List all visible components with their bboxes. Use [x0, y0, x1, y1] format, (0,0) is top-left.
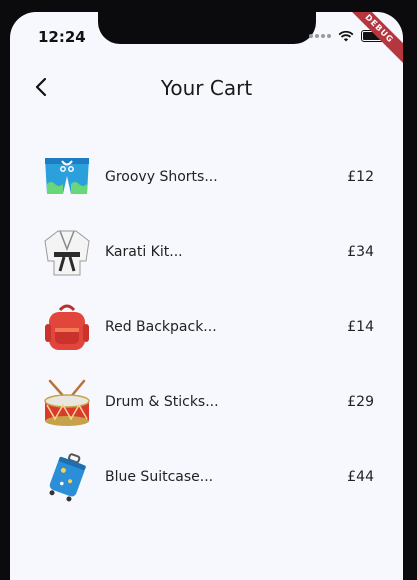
item-name: Red Backpack... [105, 319, 217, 335]
status-time: 12:24 [38, 28, 86, 46]
item-price: £29 [347, 394, 374, 410]
page-title: Your Cart [160, 76, 253, 100]
cart-item[interactable]: Blue Suitcase... £44 [10, 452, 403, 527]
item-price: £44 [347, 469, 374, 485]
backpack-icon [45, 304, 89, 350]
cart-item[interactable]: Red Backpack... £14 [10, 302, 403, 377]
cart-item[interactable]: Groovy Shorts... £12 [10, 152, 403, 227]
suitcase-icon [49, 453, 86, 502]
signal-icon [309, 34, 331, 38]
wifi-icon [338, 30, 354, 42]
app-bar: Your Cart [10, 70, 403, 104]
item-price: £34 [347, 244, 374, 260]
cart-item[interactable]: Drum & Sticks... £29 [10, 377, 403, 452]
device-notch [98, 12, 316, 44]
item-name: Groovy Shorts... [105, 169, 218, 185]
item-price: £14 [347, 319, 374, 335]
cart-item[interactable]: Karati Kit... £34 [10, 227, 403, 302]
item-name: Drum & Sticks... [105, 394, 219, 410]
drum-icon [44, 379, 90, 426]
item-price: £12 [347, 169, 374, 185]
swim-shorts-icon [45, 158, 89, 194]
martial-arts-uniform-icon [44, 230, 90, 276]
item-name: Blue Suitcase... [105, 469, 214, 485]
item-name: Karati Kit... [105, 244, 183, 260]
app-screen: 12:24 DEBUG Your Cart Groovy Shorts... £… [10, 12, 403, 580]
device-frame: 12:24 DEBUG Your Cart Groovy Shorts... £… [0, 0, 417, 580]
cart-list: Groovy Shorts... £12 Karati Kit... £34 R… [10, 152, 403, 527]
